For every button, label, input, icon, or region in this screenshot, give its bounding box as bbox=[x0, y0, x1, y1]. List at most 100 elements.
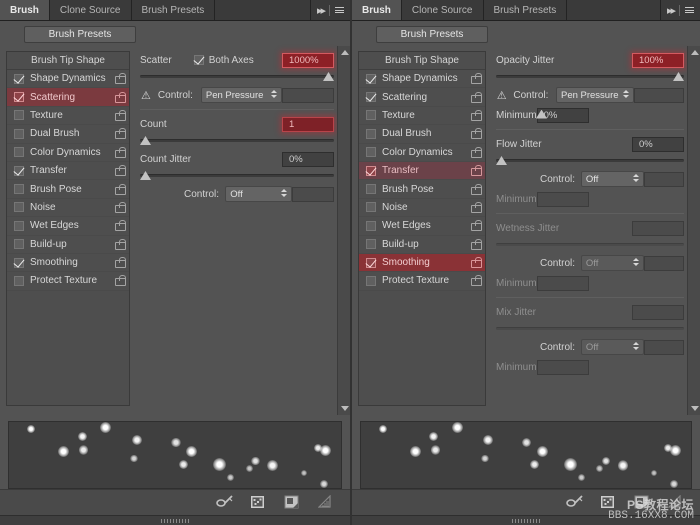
list-item[interactable]: Transfer bbox=[359, 161, 485, 181]
list-item[interactable]: Protect Texture bbox=[359, 272, 485, 291]
list-item[interactable]: Dual Brush bbox=[359, 125, 485, 144]
checkbox-smoothing[interactable] bbox=[366, 257, 376, 268]
panel-resize-bar[interactable] bbox=[352, 515, 700, 525]
control-select-2[interactable]: Off bbox=[580, 171, 644, 187]
scroll-up-arrow[interactable] bbox=[341, 50, 349, 55]
tab-brush[interactable]: Brush bbox=[352, 0, 402, 20]
wetness-jitter-slider[interactable] bbox=[496, 239, 684, 251]
count-jitter-value[interactable]: 0% bbox=[282, 151, 334, 167]
checkbox-protect-texture[interactable] bbox=[14, 275, 24, 286]
checkbox-transfer[interactable] bbox=[366, 165, 376, 176]
control-select-1[interactable]: Pen Pressure bbox=[200, 87, 283, 103]
checkbox-transfer[interactable] bbox=[14, 165, 24, 176]
lock-icon[interactable] bbox=[471, 165, 482, 177]
checkbox-texture[interactable] bbox=[366, 110, 376, 121]
list-item[interactable]: Transfer bbox=[7, 162, 129, 181]
flow-jitter-slider[interactable] bbox=[496, 155, 684, 167]
mix-jitter-slider[interactable] bbox=[496, 323, 684, 335]
list-item[interactable]: Build-up bbox=[359, 236, 485, 254]
tab-brush-presets[interactable]: Brush Presets bbox=[131, 0, 216, 20]
scroll-down-arrow[interactable] bbox=[691, 406, 699, 411]
delete-brush-icon[interactable] bbox=[668, 495, 686, 510]
tab-clone-source[interactable]: Clone Source bbox=[401, 0, 484, 20]
minimum-value-3[interactable] bbox=[536, 275, 589, 291]
resize-grip[interactable] bbox=[161, 518, 189, 523]
grid-icon[interactable] bbox=[600, 495, 618, 510]
lock-icon[interactable] bbox=[115, 73, 126, 85]
lock-icon[interactable] bbox=[471, 275, 482, 287]
checkbox-noise[interactable] bbox=[366, 202, 376, 213]
minimum-value-4[interactable] bbox=[536, 359, 589, 375]
minimum-value-2[interactable] bbox=[536, 191, 589, 207]
checkbox-dual-brush[interactable] bbox=[14, 128, 24, 139]
checkbox-dual-brush[interactable] bbox=[366, 128, 376, 139]
lock-icon[interactable] bbox=[115, 165, 126, 177]
list-item[interactable]: Noise bbox=[359, 199, 485, 218]
lock-icon[interactable] bbox=[115, 257, 126, 269]
tab-brush[interactable]: Brush bbox=[0, 0, 50, 20]
lock-icon[interactable] bbox=[471, 146, 482, 158]
list-item[interactable]: Smoothing bbox=[359, 253, 485, 273]
scatter-value[interactable]: 1000% bbox=[282, 52, 334, 68]
lock-icon[interactable] bbox=[115, 183, 126, 195]
new-brush-icon[interactable] bbox=[634, 495, 652, 510]
checkbox-protect-texture[interactable] bbox=[366, 275, 376, 286]
checkbox-color-dynamics[interactable] bbox=[366, 147, 376, 158]
list-item[interactable]: Shape Dynamics bbox=[359, 70, 485, 89]
brush-toggle-icon[interactable] bbox=[566, 495, 584, 510]
list-item[interactable]: Texture bbox=[359, 107, 485, 126]
opacity-jitter-slider[interactable] bbox=[496, 71, 684, 83]
checkbox-wet-edges[interactable] bbox=[366, 220, 376, 231]
brush-tip-shape-header[interactable]: Brush Tip Shape bbox=[359, 52, 485, 70]
checkbox-noise[interactable] bbox=[14, 202, 24, 213]
tab-clone-source[interactable]: Clone Source bbox=[49, 0, 132, 20]
vertical-scrollbar[interactable] bbox=[687, 46, 700, 415]
list-item[interactable]: Smoothing bbox=[7, 254, 129, 273]
checkbox-shape-dynamics[interactable] bbox=[14, 73, 24, 84]
list-item[interactable]: Protect Texture bbox=[7, 272, 129, 291]
control-select-3[interactable]: Off bbox=[580, 255, 644, 271]
lock-icon[interactable] bbox=[471, 238, 482, 250]
checkbox-wet-edges[interactable] bbox=[14, 220, 24, 231]
mix-jitter-value[interactable] bbox=[632, 304, 684, 320]
brush-presets-button[interactable]: Brush Presets bbox=[376, 26, 488, 43]
control-1-value-box[interactable] bbox=[634, 87, 684, 103]
brush-presets-button[interactable]: Brush Presets bbox=[24, 26, 136, 43]
delete-brush-icon[interactable] bbox=[318, 495, 336, 510]
lock-icon[interactable] bbox=[115, 201, 126, 213]
both-axes-checkbox[interactable] bbox=[193, 55, 204, 65]
tab-brush-presets[interactable]: Brush Presets bbox=[483, 0, 568, 20]
checkbox-brush-pose[interactable] bbox=[14, 184, 24, 195]
brush-tip-shape-header[interactable]: Brush Tip Shape bbox=[7, 52, 129, 70]
scatter-slider[interactable] bbox=[140, 71, 334, 83]
lock-icon[interactable] bbox=[471, 128, 482, 140]
list-item[interactable]: Wet Edges bbox=[359, 217, 485, 236]
lock-icon[interactable] bbox=[471, 220, 482, 232]
list-item[interactable]: Scattering bbox=[7, 88, 129, 107]
grid-icon[interactable] bbox=[250, 495, 268, 510]
opacity-jitter-value[interactable]: 100% bbox=[632, 52, 684, 68]
lock-icon[interactable] bbox=[115, 128, 126, 140]
brush-toggle-icon[interactable] bbox=[216, 495, 234, 510]
list-item[interactable]: Color Dynamics bbox=[359, 144, 485, 162]
scroll-down-arrow[interactable] bbox=[341, 406, 349, 411]
lock-icon[interactable] bbox=[115, 109, 126, 121]
lock-icon[interactable] bbox=[115, 91, 126, 103]
panel-menu-icon[interactable] bbox=[335, 7, 344, 13]
control-3-value-box[interactable] bbox=[643, 255, 684, 271]
checkbox-build-up[interactable] bbox=[14, 239, 24, 250]
list-item[interactable]: Texture bbox=[7, 107, 129, 126]
lock-icon[interactable] bbox=[471, 91, 482, 103]
control-4-value-box[interactable] bbox=[643, 339, 684, 355]
lock-icon[interactable] bbox=[115, 220, 126, 232]
control-2-value-box[interactable] bbox=[291, 186, 334, 202]
both-axes-checkbox-wrap[interactable]: Both Axes bbox=[193, 55, 254, 66]
checkbox-build-up[interactable] bbox=[366, 239, 376, 250]
control-select-2[interactable]: Off bbox=[225, 186, 292, 202]
checkbox-scattering[interactable] bbox=[366, 92, 376, 103]
resize-grip[interactable] bbox=[512, 518, 540, 523]
new-brush-icon[interactable] bbox=[284, 495, 302, 510]
checkbox-shape-dynamics[interactable] bbox=[366, 73, 376, 84]
checkbox-texture[interactable] bbox=[14, 110, 24, 121]
control-1-value-box[interactable] bbox=[282, 87, 334, 103]
